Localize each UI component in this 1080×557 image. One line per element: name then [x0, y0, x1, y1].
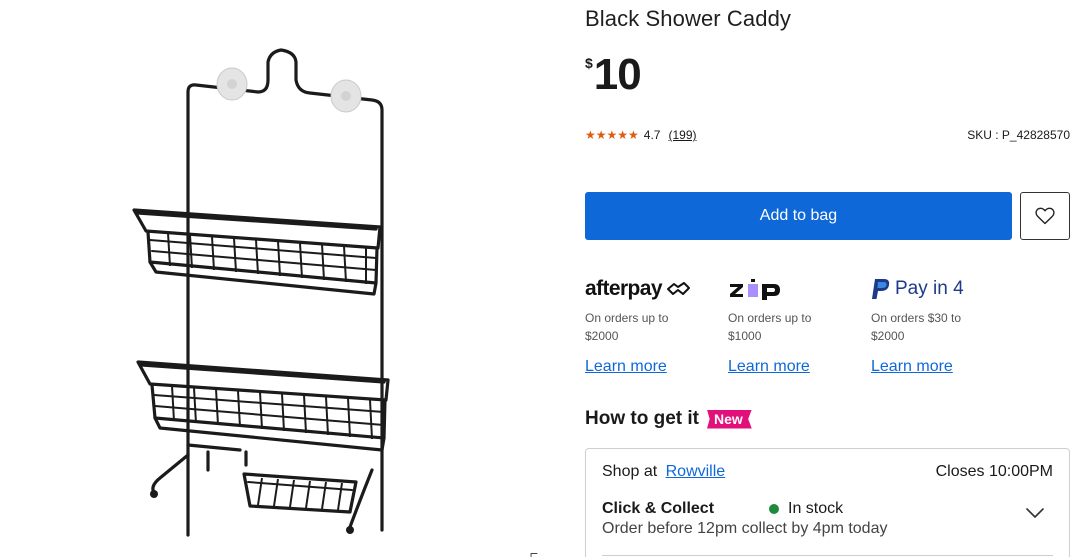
afterpay-arrows-icon — [666, 282, 690, 295]
payment-option-zip: zip On orders up to $1000 Learn more — [728, 275, 863, 376]
zip-learn-more-link[interactable]: Learn more — [728, 358, 810, 376]
zip-note: On orders up to $1000 — [728, 311, 812, 343]
rating-value: 4.7 — [643, 128, 661, 142]
rating[interactable]: ★★★★★ 4.7 (199) — [585, 128, 697, 142]
payment-option-afterpay: afterpay On orders up to $2000 Learn mor… — [585, 275, 720, 376]
paypal-label: Pay in 4 — [895, 278, 964, 299]
fulfilment-panel: Shop at Rowville Closes 10:00PM Click & … — [585, 448, 1070, 557]
click-collect-note: Order before 12pm collect by 4pm today — [602, 520, 888, 537]
click-collect-title: Click & Collect — [602, 500, 715, 517]
heart-icon — [1035, 207, 1055, 225]
stock-status: In stock — [769, 500, 843, 518]
price: $ 10 — [585, 50, 642, 99]
shower-caddy-image — [132, 48, 390, 537]
price-amount: 10 — [593, 50, 642, 99]
divider — [602, 555, 1053, 556]
how-to-get-it-title: How to get it — [585, 408, 699, 429]
zip-logo-icon — [730, 279, 780, 300]
review-count-link[interactable]: (199) — [668, 128, 696, 142]
afterpay-learn-more-link[interactable]: Learn more — [585, 358, 667, 376]
paypal-note: On orders $30 to $2000 — [871, 311, 962, 343]
shop-at-label: Shop at — [602, 463, 658, 480]
price-currency: $ — [585, 55, 593, 71]
wishlist-button[interactable] — [1020, 192, 1070, 240]
paypal-icon — [872, 279, 890, 299]
store-closing-time: Closes 10:00PM — [935, 463, 1053, 480]
in-stock-dot-icon — [769, 504, 779, 514]
afterpay-note: On orders up to $2000 — [585, 311, 669, 343]
sku: SKU : P_42828570 — [967, 128, 1070, 142]
fulfilment-heading: How to get it New — [585, 408, 752, 430]
payment-option-paypal: Pay in 4 On orders $30 to $2000 Learn mo… — [871, 275, 1006, 376]
chevron-down-icon[interactable] — [1025, 507, 1045, 519]
product-image[interactable]: ⌐ — [0, 0, 560, 557]
shop-at: Shop at Rowville — [602, 463, 725, 481]
paypal-logo: Pay in 4 — [871, 275, 1006, 303]
product-title: Black Shower Caddy — [585, 6, 792, 31]
add-to-bag-button[interactable]: Add to bag — [585, 192, 1012, 240]
zip-logo: zip — [728, 275, 863, 303]
afterpay-logo: afterpay — [585, 275, 720, 303]
paypal-learn-more-link[interactable]: Learn more — [871, 358, 953, 376]
new-badge: New — [706, 409, 752, 429]
star-rating-icon: ★★★★★ — [585, 128, 639, 142]
zoom-icon[interactable]: ⌐ — [530, 545, 538, 557]
store-link[interactable]: Rowville — [666, 463, 726, 480]
stock-status-label: In stock — [788, 500, 844, 517]
